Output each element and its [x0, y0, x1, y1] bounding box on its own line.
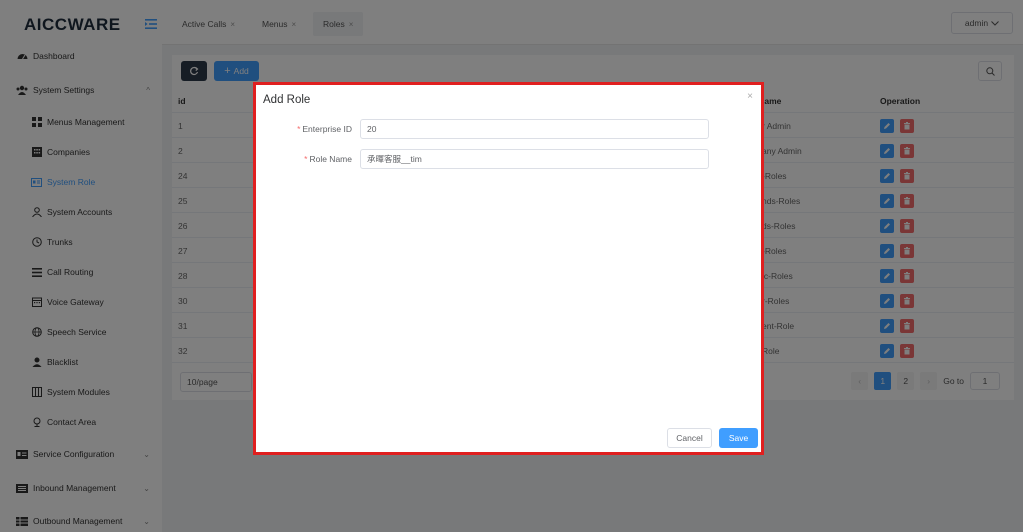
role-name-input[interactable]: 承暉客服__tim [360, 149, 709, 169]
cancel-button[interactable]: Cancel [667, 428, 712, 448]
role-name-row: * Role Name 承暉客服__tim [256, 149, 764, 169]
enterprise-id-label: * Enterprise ID [297, 119, 352, 139]
required-mark: * [297, 124, 301, 134]
role-name-label: * Role Name [304, 149, 352, 169]
close-icon[interactable]: × [747, 91, 753, 102]
save-button[interactable]: Save [719, 428, 758, 448]
enterprise-id-input[interactable]: 20 [360, 119, 709, 139]
required-mark: * [304, 154, 308, 164]
add-role-dialog: Add Role × * Enterprise ID 20 * Role Name … [253, 82, 764, 455]
field-label-text: Role Name [309, 154, 352, 164]
field-label-text: Enterprise ID [302, 124, 352, 134]
dialog-title: Add Role [263, 94, 311, 106]
enterprise-id-row: * Enterprise ID 20 [256, 119, 764, 139]
